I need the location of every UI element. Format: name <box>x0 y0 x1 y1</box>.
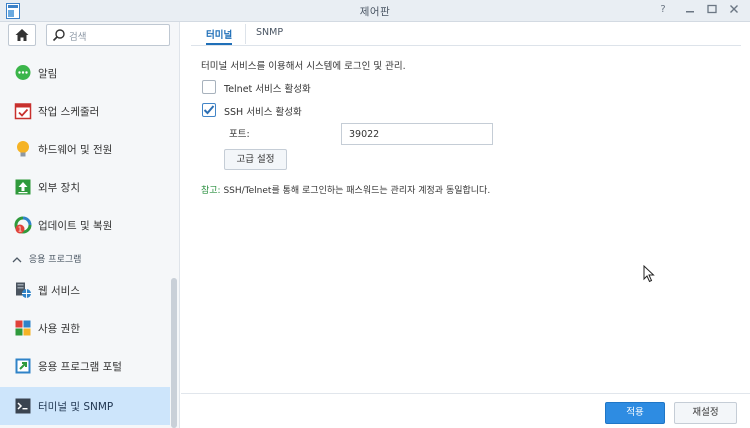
port-input[interactable] <box>341 123 493 145</box>
checkmark-icon <box>203 105 215 115</box>
telnet-checkbox[interactable] <box>202 80 216 94</box>
sidebar-item-hardware-power[interactable]: 하드웨어 및 전원 <box>0 132 170 166</box>
sidebar-item-terminal-snmp[interactable]: 터미널 및 SNMP <box>0 387 170 425</box>
close-icon[interactable] <box>727 3 741 17</box>
tab-snmp[interactable]: SNMP <box>256 25 283 40</box>
sidebar-item-label: 작업 스케줄러 <box>38 106 100 118</box>
chevron-up-icon <box>12 256 22 262</box>
sidebar-scrollbar-thumb[interactable] <box>171 278 177 428</box>
search-input[interactable]: 검색 <box>46 24 170 46</box>
note-body: SSH/Telnet를 통해 로그인하는 패스워드는 관리자 계정과 동일합니다… <box>220 186 491 196</box>
search-placeholder: 검색 <box>69 32 87 43</box>
tab-bar: 터미널 SNMP <box>191 22 741 46</box>
sidebar-item-label: 하드웨어 및 전원 <box>38 144 113 156</box>
advanced-settings-button[interactable]: 고급 설정 <box>224 149 287 170</box>
privileges-icon <box>15 320 31 336</box>
sidebar-item-notification[interactable]: 알림 <box>0 56 170 90</box>
sidebar-item-label: 알림 <box>38 68 58 80</box>
update-restore-icon: 1 <box>14 216 32 234</box>
section-header-applications[interactable]: 응용 프로그램 <box>12 252 81 265</box>
sidebar: 검색 알림 작업 스케줄러 하드웨어 및 전원 외부 장치 1 업데이트 및 복… <box>0 22 180 428</box>
mouse-pointer-icon <box>643 265 655 283</box>
port-label: 포트: <box>229 129 250 140</box>
search-icon <box>52 29 65 42</box>
sidebar-item-web-services[interactable]: 웹 서비스 <box>0 273 170 307</box>
portal-icon <box>15 358 31 374</box>
web-service-icon <box>16 282 31 298</box>
help-icon[interactable]: ? <box>656 3 670 17</box>
minimize-icon[interactable] <box>683 3 697 17</box>
chat-bubble-icon <box>15 65 31 80</box>
sidebar-item-task-scheduler[interactable]: 작업 스케줄러 <box>0 94 170 128</box>
tab-divider <box>245 24 246 44</box>
sidebar-item-label: 응용 프로그램 포털 <box>38 361 122 373</box>
sidebar-item-label: 사용 권한 <box>38 323 80 335</box>
sidebar-item-application-portal[interactable]: 응용 프로그램 포털 <box>0 349 170 383</box>
main-panel: 터미널 SNMP 터미널 서비스를 이용해서 시스템에 로그인 및 관리. Te… <box>181 22 750 428</box>
ssh-checkbox-label[interactable]: SSH 서비스 활성화 <box>224 104 302 118</box>
calendar-check-icon <box>14 103 32 120</box>
ssh-checkbox[interactable] <box>202 103 216 117</box>
lightbulb-icon <box>17 141 29 157</box>
update-badge: 1 <box>18 226 22 234</box>
sidebar-item-label: 터미널 및 SNMP <box>38 401 114 413</box>
sidebar-item-update-restore[interactable]: 1 업데이트 및 복원 <box>0 208 170 242</box>
apply-button[interactable]: 적용 <box>605 402 665 424</box>
sidebar-item-label: 업데이트 및 복원 <box>38 220 113 232</box>
footer-bar: 적용 재설정 <box>181 393 750 428</box>
home-icon <box>15 29 29 41</box>
upload-device-icon <box>15 179 31 195</box>
terminal-icon <box>15 398 31 414</box>
sidebar-item-label: 외부 장치 <box>38 182 80 194</box>
telnet-checkbox-label[interactable]: Telnet 서비스 활성화 <box>224 81 311 95</box>
section-header-label: 응용 프로그램 <box>28 255 82 265</box>
note-prefix: 참고: <box>201 186 221 196</box>
home-button[interactable] <box>8 24 36 46</box>
window-titlebar: 제어판 ? <box>0 0 750 22</box>
reset-button[interactable]: 재설정 <box>674 402 737 424</box>
tab-terminal[interactable]: 터미널 <box>206 25 233 45</box>
maximize-icon[interactable] <box>705 3 719 17</box>
window-title: 제어판 <box>359 6 391 18</box>
sidebar-item-privileges[interactable]: 사용 권한 <box>0 311 170 345</box>
sidebar-item-external-devices[interactable]: 외부 장치 <box>0 170 170 204</box>
note-text: 참고: SSH/Telnet를 통해 로그인하는 패스워드는 관리자 계정과 동… <box>201 183 490 196</box>
sidebar-item-label: 웹 서비스 <box>38 285 80 297</box>
terminal-description: 터미널 서비스를 이용해서 시스템에 로그인 및 관리. <box>201 61 406 72</box>
